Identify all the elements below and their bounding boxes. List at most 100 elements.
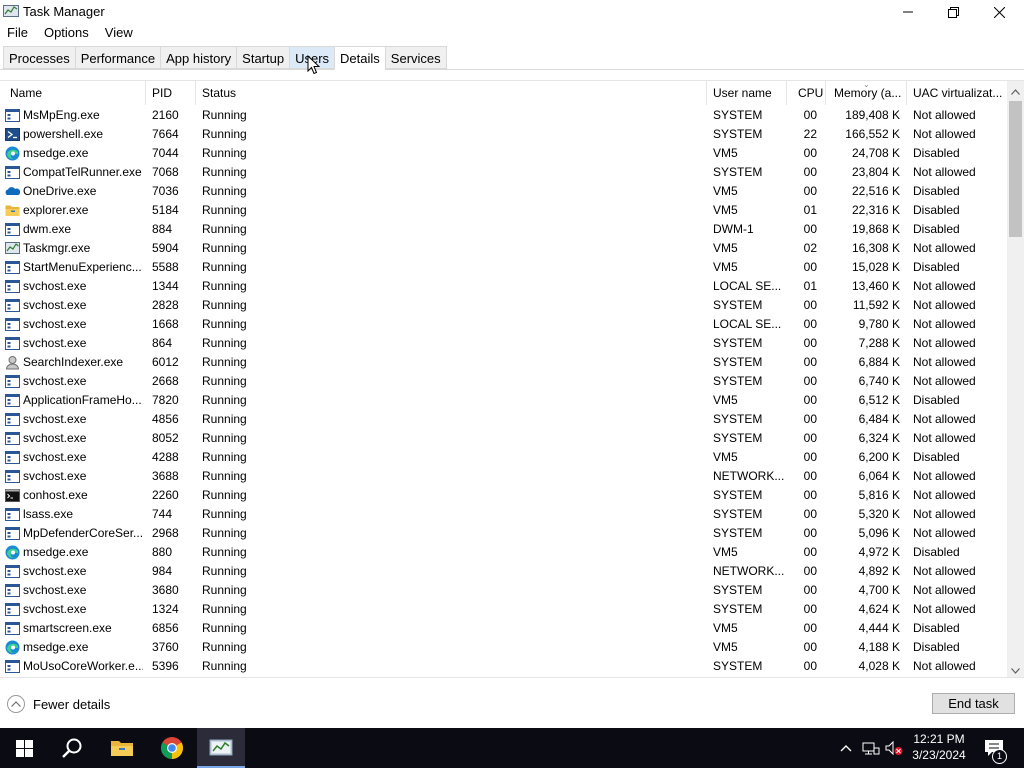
table-row[interactable]: Taskmgr.exe 5904 Running VM5 02 16,308 K Not a… [0, 239, 1007, 258]
table-row[interactable]: StartMenuExperienc... 5588 Running VM5 00 15,… [0, 258, 1007, 277]
table-row[interactable]: conhost.exe 2260 Running SYSTEM 00 5,816 K Not… [0, 486, 1007, 505]
table-row[interactable]: msedge.exe 7044 Running VM5 00 24,708 K Disabl… [0, 144, 1007, 163]
process-name: svchost.exe [23, 374, 87, 388]
column-user-name[interactable]: User name [707, 81, 787, 105]
table-row[interactable]: svchost.exe 3688 Running NETWORK... 00 6,064 … [0, 467, 1007, 486]
process-status: Running [202, 298, 247, 312]
table-row[interactable]: dwm.exe 884 Running DWM-1 00 19,868 K Disabled [0, 220, 1007, 239]
chrome-button[interactable] [148, 728, 196, 768]
tab-processes[interactable]: Processes [3, 46, 75, 69]
table-row[interactable]: svchost.exe 864 Running SYSTEM 00 7,288 K Not … [0, 334, 1007, 353]
tab-performance[interactable]: Performance [74, 46, 161, 69]
scroll-up-button[interactable] [1007, 83, 1024, 100]
table-row[interactable]: MpDefenderCoreSer... 2968 Running SYSTEM 00 5… [0, 524, 1007, 543]
table-row[interactable]: smartscreen.exe 6856 Running VM5 00 4,444 K Di… [0, 619, 1007, 638]
process-icon [5, 260, 20, 275]
table-row[interactable]: powershell.exe 7664 Running SYSTEM 22 166,552… [0, 125, 1007, 144]
network-icon[interactable] [862, 740, 880, 756]
process-uac: Disabled [913, 545, 960, 559]
table-row[interactable]: MsMpEng.exe 2160 Running SYSTEM 00 189,408 K N… [0, 106, 1007, 125]
column-cpu[interactable]: CPU [792, 81, 826, 105]
process-memory: 15,028 K [851, 260, 900, 274]
scroll-down-button[interactable] [1007, 662, 1024, 677]
table-row[interactable]: explorer.exe 5184 Running VM5 01 22,316 K Disa… [0, 201, 1007, 220]
process-uac: Not allowed [913, 469, 976, 483]
restore-button[interactable] [930, 0, 976, 24]
table-row[interactable]: svchost.exe 984 Running NETWORK... 00 4,892 K… [0, 562, 1007, 581]
process-status: Running [202, 564, 247, 578]
process-user: VM5 [713, 621, 738, 635]
onedrive-icon [5, 184, 21, 199]
table-row[interactable]: OneDrive.exe 7036 Running VM5 00 22,516 K Disa… [0, 182, 1007, 201]
process-pid: 5184 [152, 203, 179, 217]
process-pid: 7044 [152, 146, 179, 160]
tab-app-history[interactable]: App history [160, 46, 237, 69]
process-user: LOCAL SE... [713, 317, 782, 331]
process-list: Name PID Status User name CPU Memory (a.… [0, 80, 1024, 678]
table-row[interactable]: CompatTelRunner.exe 7068 Running SYSTEM 00 23… [0, 163, 1007, 182]
table-row[interactable]: svchost.exe 2828 Running SYSTEM 00 11,592 K No… [0, 296, 1007, 315]
start-button[interactable] [0, 728, 48, 768]
process-name: StartMenuExperienc... [23, 260, 142, 274]
tab-details[interactable]: Details [334, 46, 385, 70]
process-user: LOCAL SE... [713, 279, 782, 293]
menu-options[interactable]: Options [36, 23, 97, 43]
powershell-icon [5, 127, 20, 142]
fewer-details-button[interactable]: Fewer details [7, 694, 110, 714]
start-icon [15, 739, 33, 757]
file-explorer-icon [111, 741, 133, 756]
process-name: msedge.exe [23, 146, 89, 160]
process-name: svchost.exe [23, 279, 87, 293]
tab-services[interactable]: Services [384, 46, 447, 69]
task-manager-taskbar-button[interactable] [197, 728, 245, 768]
table-row[interactable]: msedge.exe 880 Running VM5 00 4,972 K Disabled [0, 543, 1007, 562]
edge-icon [5, 146, 20, 161]
process-user: SYSTEM [713, 659, 763, 673]
process-cpu: 00 [803, 184, 817, 198]
table-row[interactable]: svchost.exe 1668 Running LOCAL SE... 00 9,780… [0, 315, 1007, 334]
menu-file[interactable]: File [0, 23, 36, 43]
column-status[interactable]: Status [196, 81, 707, 105]
process-uac: Not allowed [913, 507, 976, 521]
process-user: SYSTEM [713, 127, 763, 141]
tab-startup[interactable]: Startup [236, 46, 290, 69]
process-pid: 2968 [152, 526, 179, 540]
scroll-thumb[interactable] [1009, 101, 1022, 237]
end-task-button[interactable]: End task [932, 693, 1015, 714]
table-row[interactable]: msedge.exe 3760 Running VM5 00 4,188 K Disable… [0, 638, 1007, 657]
process-user: SYSTEM [713, 488, 763, 502]
process-uac: Not allowed [913, 526, 976, 540]
process-status: Running [202, 621, 247, 635]
process-uac: Disabled [913, 184, 960, 198]
column-uac[interactable]: UAC virtualizat... [907, 81, 1007, 105]
table-row[interactable]: svchost.exe 1344 Running LOCAL SE... 01 13,46… [0, 277, 1007, 296]
taskbar-clock[interactable]: 12:21 PM 3/23/2024 [906, 731, 972, 763]
vertical-scrollbar[interactable] [1007, 81, 1024, 677]
process-status: Running [202, 317, 247, 331]
column-pid[interactable]: PID [146, 81, 196, 105]
table-row[interactable]: svchost.exe 4288 Running VM5 00 6,200 K Disabl… [0, 448, 1007, 467]
table-row[interactable]: svchost.exe 8052 Running SYSTEM 00 6,324 K Not… [0, 429, 1007, 448]
volume-muted-icon[interactable] [885, 740, 903, 756]
menu-view[interactable]: View [97, 23, 141, 43]
table-row[interactable]: svchost.exe 3680 Running SYSTEM 00 4,700 K Not… [0, 581, 1007, 600]
show-hidden-icons-icon[interactable] [839, 740, 853, 756]
table-row[interactable]: SearchIndexer.exe 6012 Running SYSTEM 00 6,88… [0, 353, 1007, 372]
table-row[interactable]: lsass.exe 744 Running SYSTEM 00 5,320 K Not al… [0, 505, 1007, 524]
file-explorer-button[interactable] [98, 728, 146, 768]
table-row[interactable]: svchost.exe 4856 Running SYSTEM 00 6,484 K Not… [0, 410, 1007, 429]
process-icon [5, 659, 20, 674]
close-button[interactable] [976, 0, 1022, 24]
process-user: VM5 [713, 203, 738, 217]
minimize-button[interactable] [885, 0, 931, 24]
search-button[interactable] [48, 728, 96, 768]
process-memory: 23,804 K [851, 165, 900, 179]
column-name[interactable]: Name [4, 81, 146, 105]
table-row[interactable]: ApplicationFrameHo... 7820 Running VM5 00 6,5… [0, 391, 1007, 410]
table-row[interactable]: MoUsoCoreWorker.e... 5396 Running SYSTEM 00 4… [0, 657, 1007, 676]
table-row[interactable]: svchost.exe 2668 Running SYSTEM 00 6,740 K Not… [0, 372, 1007, 391]
table-row[interactable]: svchost.exe 1324 Running SYSTEM 00 4,624 K Not… [0, 600, 1007, 619]
process-uac: Not allowed [913, 317, 976, 331]
process-pid: 6012 [152, 355, 179, 369]
process-user: VM5 [713, 545, 738, 559]
